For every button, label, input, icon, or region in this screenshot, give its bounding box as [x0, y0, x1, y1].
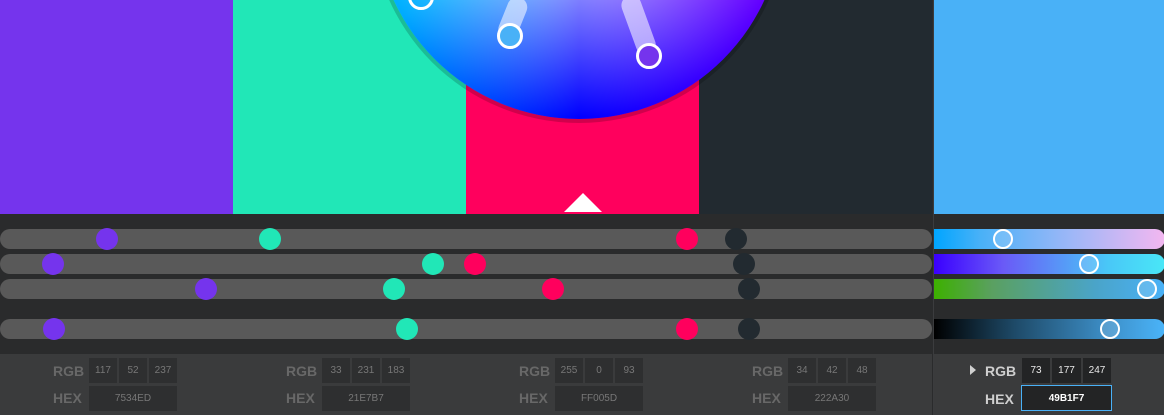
r-value[interactable]: 33 [322, 358, 350, 383]
g-value[interactable]: 0 [585, 358, 613, 383]
b-value[interactable]: 183 [382, 358, 410, 383]
hex-value[interactable]: 7534ED [89, 386, 177, 411]
hue-dot-swatch-1[interactable] [96, 228, 119, 250]
lightness-dot-swatch-3[interactable] [675, 318, 698, 340]
lightness-dot-swatch-1[interactable] [43, 318, 66, 340]
active-saturation-track[interactable] [934, 254, 1164, 274]
hex-label: HEX [286, 390, 315, 406]
lightness-track[interactable] [0, 319, 932, 339]
r-value[interactable]: 117 [89, 358, 117, 383]
active-r-value[interactable]: 73 [1022, 358, 1050, 383]
saturation-dot-swatch-4[interactable] [732, 253, 755, 275]
active-lightness-handle[interactable] [1099, 319, 1120, 339]
r-value[interactable]: 34 [788, 358, 816, 383]
hex-value[interactable]: FF005D [555, 386, 643, 411]
hex-label: HEX [752, 390, 781, 406]
b-value[interactable]: 93 [615, 358, 643, 383]
b-value[interactable]: 48 [848, 358, 876, 383]
b-value[interactable]: 237 [149, 358, 177, 383]
hex-label: HEX [53, 390, 82, 406]
hue-track[interactable] [0, 229, 932, 249]
hue-dot-swatch-3[interactable] [675, 228, 698, 250]
swatch-1[interactable] [0, 0, 233, 214]
brightness-track[interactable] [0, 279, 932, 299]
swatch-4-values: RGB 34 42 48 HEX 222A30 [699, 354, 932, 415]
active-saturation-handle[interactable] [1078, 254, 1099, 274]
brightness-dot-swatch-1[interactable] [194, 278, 217, 300]
triangle-right-icon[interactable] [970, 365, 976, 375]
rgb-label: RGB [519, 363, 551, 379]
active-color-panel: RGB 73 177 247 HEX 49B1F7 [933, 0, 1164, 415]
active-rgb-label: RGB [985, 363, 1017, 379]
hex-value[interactable]: 222A30 [788, 386, 876, 411]
selected-swatch-indicator-icon [564, 193, 602, 212]
active-brightness-handle[interactable] [1136, 279, 1157, 299]
active-hue-track[interactable] [934, 229, 1164, 249]
active-hex-input[interactable]: 49B1F7 [1021, 385, 1112, 411]
r-value[interactable]: 255 [555, 358, 583, 383]
g-value[interactable]: 42 [818, 358, 846, 383]
swatch-3-values: RGB 255 0 93 HEX FF005D [466, 354, 699, 415]
active-color-swatch [934, 0, 1164, 214]
hex-value[interactable]: 21E7B7 [322, 386, 410, 411]
active-g-value[interactable]: 177 [1052, 358, 1081, 383]
hex-label: HEX [519, 390, 548, 406]
active-hex-label: HEX [985, 391, 1014, 407]
g-value[interactable]: 231 [352, 358, 380, 383]
active-b-value[interactable]: 247 [1083, 358, 1111, 383]
rgb-label: RGB [53, 363, 85, 379]
active-brightness-track[interactable] [934, 279, 1164, 299]
swatch-2-values: RGB 33 231 183 HEX 21E7B7 [233, 354, 466, 415]
brightness-dot-swatch-3[interactable] [541, 278, 564, 300]
saturation-dot-swatch-1[interactable] [42, 253, 65, 275]
active-lightness-track[interactable] [934, 319, 1164, 339]
active-color-values: RGB 73 177 247 HEX 49B1F7 [934, 354, 1164, 415]
rgb-label: RGB [752, 363, 784, 379]
swatch-1-values: RGB 117 52 237 HEX 7534ED [0, 354, 233, 415]
rgb-label: RGB [286, 363, 318, 379]
palette-sliders [0, 214, 932, 354]
g-value[interactable]: 52 [119, 358, 147, 383]
palette-values-bar: RGB 117 52 237 HEX 7534ED RGB 33 231 183… [0, 354, 932, 415]
